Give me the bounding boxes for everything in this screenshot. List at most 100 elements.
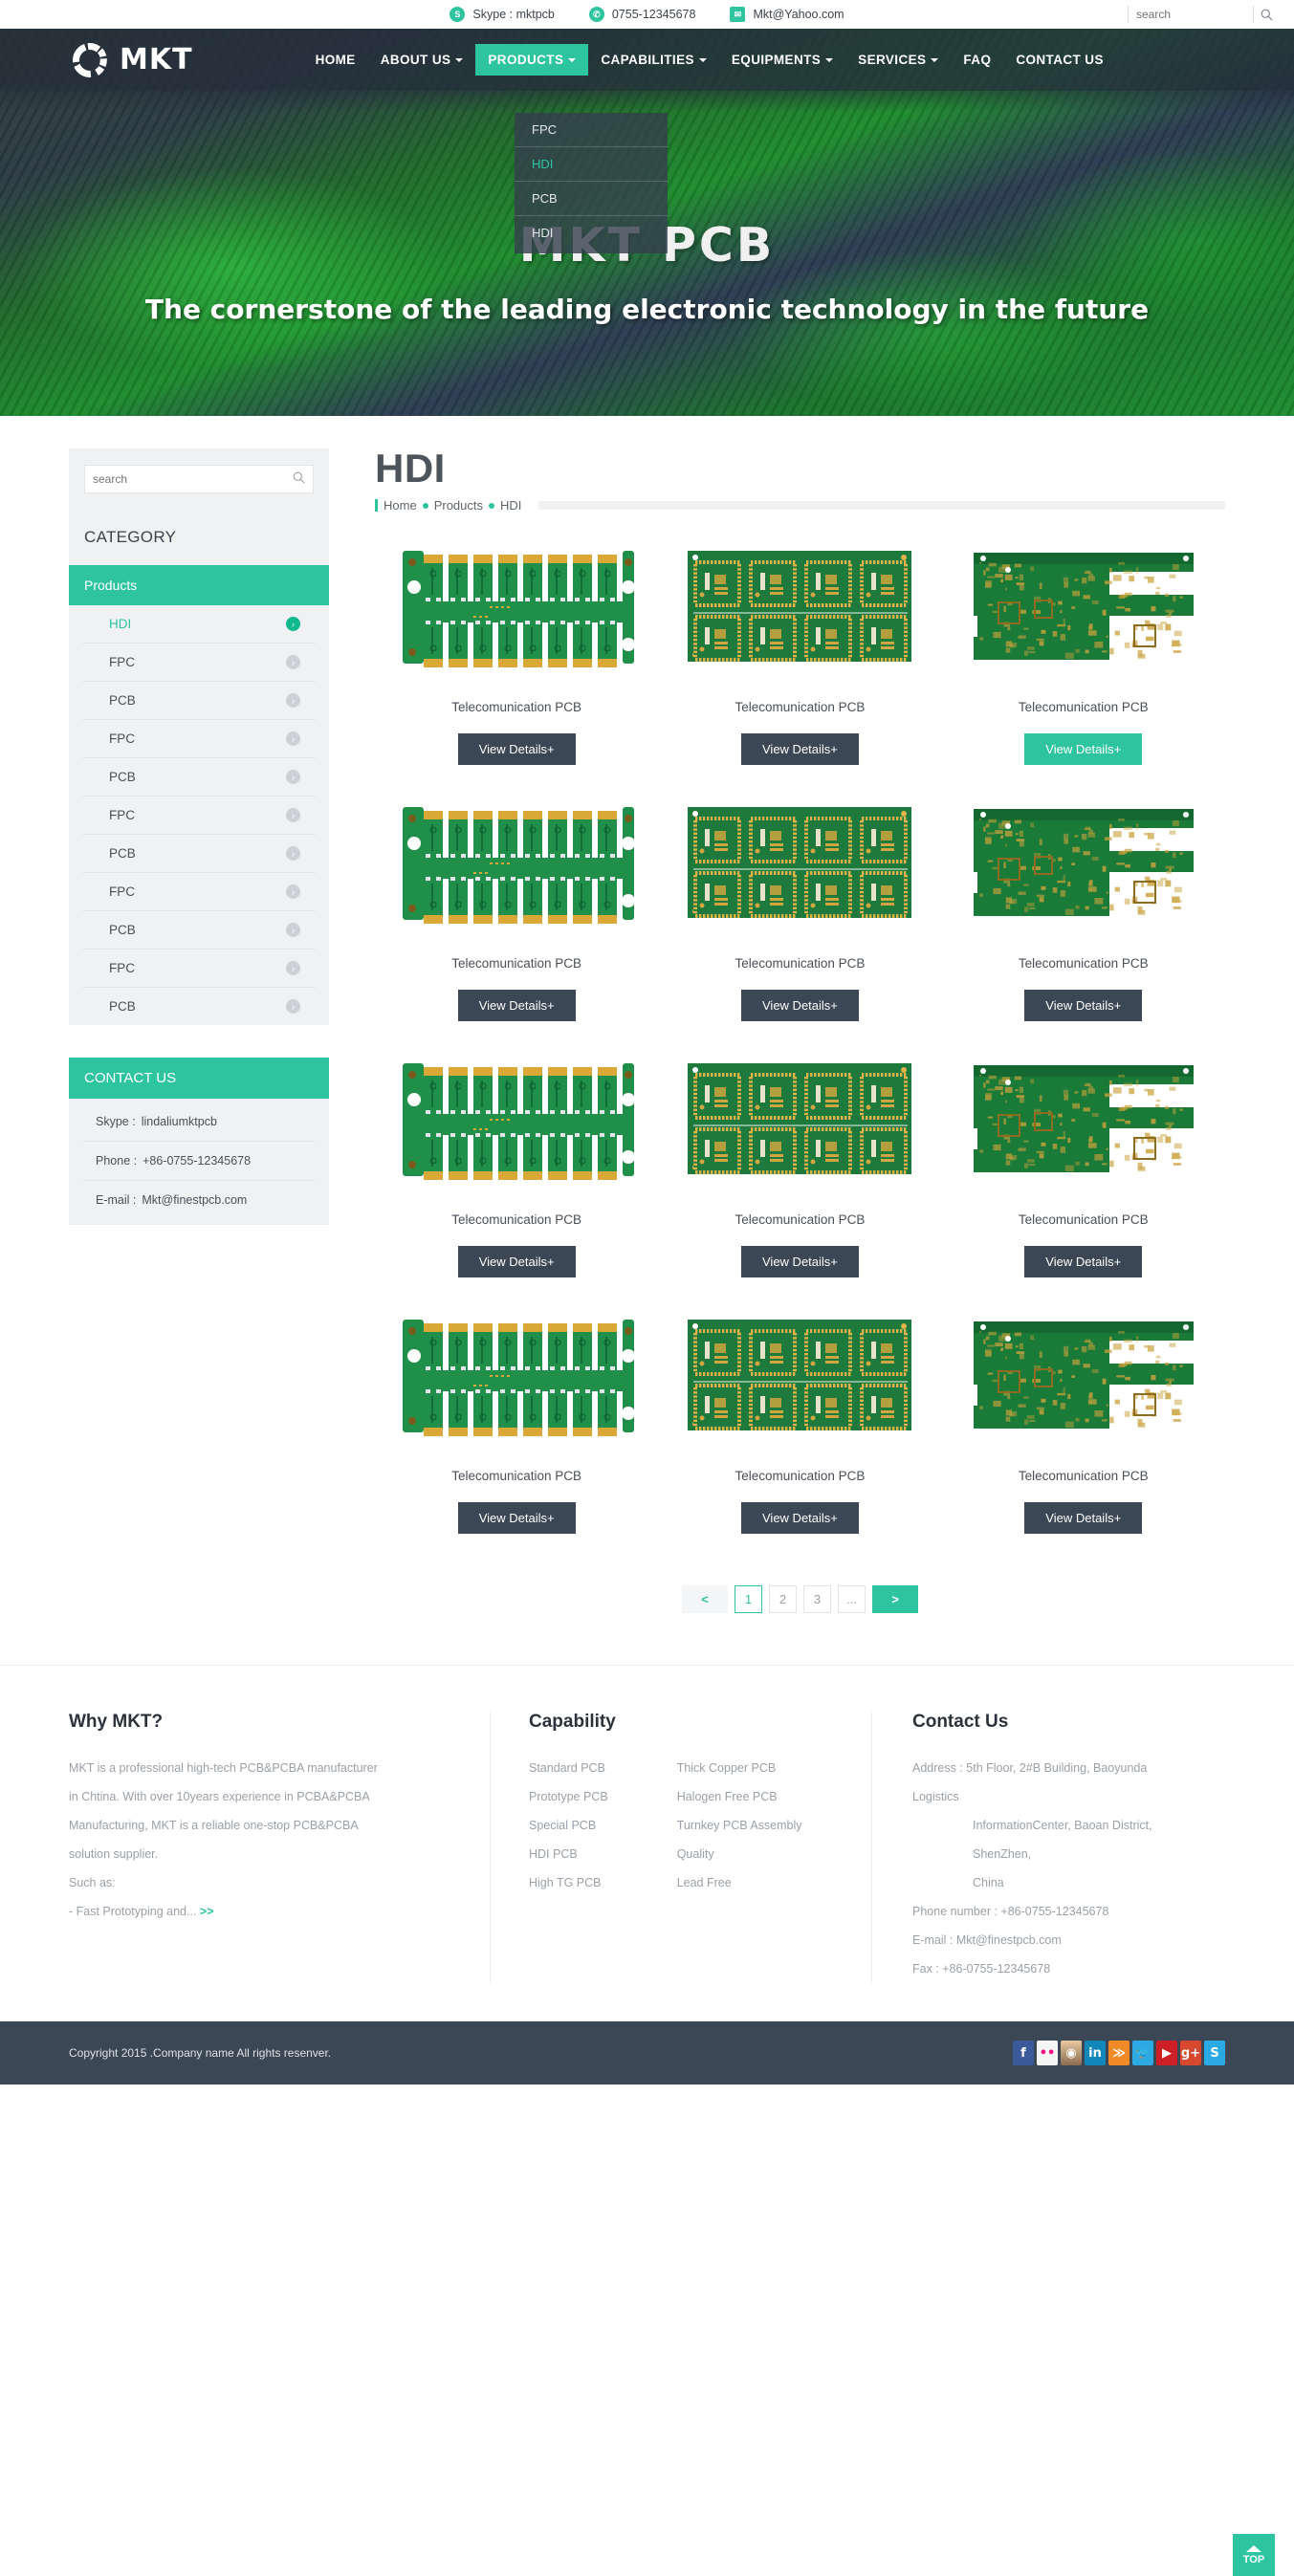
sidebar-item-pcb-2[interactable]: PCB› <box>82 758 316 797</box>
view-details-button[interactable]: View Details+ <box>458 1246 576 1277</box>
sidebar-contact-title: CONTACT US <box>69 1058 329 1099</box>
view-details-button[interactable]: View Details+ <box>1024 990 1142 1021</box>
nav-item-equipments[interactable]: EQUIPMENTS <box>719 44 845 76</box>
nav-label: PRODUCTS <box>488 53 563 67</box>
topbar-email[interactable]: ✉ Mkt@Yahoo.com <box>730 7 844 22</box>
topbar-phone[interactable]: ✆ 0755-12345678 <box>589 7 696 22</box>
sidebar-item-pcb-5[interactable]: PCB› <box>82 988 316 1025</box>
linkedin-icon[interactable]: in <box>1085 2041 1106 2065</box>
product-caption: Telecomunication PCB <box>735 1469 866 1483</box>
view-details-button[interactable]: View Details+ <box>458 1502 576 1534</box>
footer-capability-title: Capability <box>491 1712 843 1733</box>
footer-cap-item[interactable]: Prototype PCB <box>529 1782 608 1811</box>
chevron-down-icon <box>568 58 576 62</box>
magnifier-icon[interactable] <box>293 471 305 487</box>
footer-cap-item[interactable]: Quality <box>677 1840 802 1868</box>
pagination-page-1[interactable]: 1 <box>735 1585 762 1613</box>
product-thumbnail[interactable] <box>966 1314 1201 1436</box>
dropdown-item-fpc[interactable]: FPC <box>515 113 668 147</box>
footer-cap-item[interactable]: HDI PCB <box>529 1840 608 1868</box>
view-details-button[interactable]: View Details+ <box>458 990 576 1021</box>
breadcrumb-home[interactable]: Home <box>384 498 417 513</box>
site-logo[interactable]: MKT <box>69 39 193 81</box>
sidebar-item-fpc-1[interactable]: FPC› <box>82 644 316 682</box>
footer-cap-item[interactable]: Lead Free <box>677 1868 802 1897</box>
footer-cap-item[interactable]: Standard PCB <box>529 1754 608 1782</box>
pagination-page-3[interactable]: 3 <box>803 1585 831 1613</box>
chevron-right-icon: › <box>286 731 300 746</box>
view-details-button[interactable]: View Details+ <box>458 733 576 765</box>
nav-item-about-us[interactable]: ABOUT US <box>368 44 476 76</box>
pagination-prev[interactable]: < <box>682 1585 728 1613</box>
nav-item-products[interactable]: PRODUCTS <box>475 44 588 76</box>
sidebar-item-hdi[interactable]: HDI› <box>82 605 316 644</box>
product-thumbnail[interactable] <box>682 801 917 924</box>
facebook-icon[interactable]: f <box>1013 2041 1034 2065</box>
view-details-button[interactable]: View Details+ <box>741 990 859 1021</box>
sidebar-search-box[interactable] <box>84 465 314 493</box>
twitter-icon[interactable]: 🐦 <box>1132 2041 1153 2065</box>
rss-icon[interactable]: ≫ <box>1108 2041 1130 2065</box>
footer-phone: Phone number : +86-0755-12345678 <box>912 1897 1196 1926</box>
nav-item-services[interactable]: SERVICES <box>845 44 951 76</box>
product-thumbnail[interactable] <box>966 801 1201 924</box>
sidebar-products-header[interactable]: Products <box>69 565 329 605</box>
sidebar-search-input[interactable] <box>93 472 293 486</box>
instagram-icon[interactable]: ◉ <box>1061 2041 1082 2065</box>
footer-cap-item[interactable]: Special PCB <box>529 1811 608 1840</box>
product-thumbnail[interactable] <box>399 801 634 924</box>
sidebar-item-pcb-3[interactable]: PCB› <box>82 835 316 873</box>
pagination-next[interactable]: > <box>872 1585 918 1613</box>
topbar-search-button[interactable] <box>1254 5 1279 24</box>
view-details-button[interactable]: View Details+ <box>1024 733 1142 765</box>
product-thumbnail[interactable] <box>966 1058 1201 1180</box>
nav-item-home[interactable]: HOME <box>303 44 368 76</box>
product-thumbnail[interactable] <box>682 545 917 667</box>
product-thumbnail[interactable] <box>682 1058 917 1180</box>
product-card: Telecomunication PCB View Details+ <box>942 1314 1225 1534</box>
product-thumbnail[interactable] <box>399 1314 634 1436</box>
view-details-button[interactable]: View Details+ <box>741 733 859 765</box>
nav-item-faq[interactable]: FAQ <box>951 44 1003 76</box>
topbar-search-input[interactable] <box>1129 5 1253 24</box>
footer-cap-item[interactable]: High TG PCB <box>529 1868 608 1897</box>
dropdown-item-pcb[interactable]: PCB <box>515 182 668 216</box>
topbar-skype[interactable]: S Skype : mktpcb <box>450 7 554 22</box>
view-details-button[interactable]: View Details+ <box>1024 1246 1142 1277</box>
breadcrumb-products[interactable]: Products <box>434 498 483 513</box>
view-details-button[interactable]: View Details+ <box>1024 1502 1142 1534</box>
sidebar-item-fpc-5[interactable]: FPC› <box>82 950 316 988</box>
sidebar-item-fpc-4[interactable]: FPC› <box>82 873 316 911</box>
footer-cap-item[interactable]: Turnkey PCB Assembly <box>677 1811 802 1840</box>
pagination-page-2[interactable]: 2 <box>769 1585 797 1613</box>
sidebar-item-fpc-2[interactable]: FPC› <box>82 720 316 758</box>
pagination-ellipsis[interactable]: ... <box>838 1585 866 1613</box>
sidebar-item-label: PCB <box>109 693 136 708</box>
product-thumbnail[interactable] <box>682 1314 917 1436</box>
product-thumbnail[interactable] <box>399 545 634 667</box>
topbar-search[interactable] <box>1128 4 1279 25</box>
view-details-button[interactable]: View Details+ <box>741 1246 859 1277</box>
googleplus-icon[interactable]: g+ <box>1180 2041 1201 2065</box>
chevron-right-icon: › <box>286 693 300 708</box>
nav-item-contact-us[interactable]: CONTACT US <box>1003 44 1116 76</box>
youtube-icon[interactable]: ▶ <box>1156 2041 1177 2065</box>
skype-icon[interactable]: S <box>1204 2041 1225 2065</box>
dropdown-item-hdi[interactable]: HDI <box>515 147 668 182</box>
sidebar-item-pcb-1[interactable]: PCB › <box>82 682 316 720</box>
field-value: Mkt@finestpcb.com <box>142 1193 247 1207</box>
footer-cap-item[interactable]: Halogen Free PCB <box>677 1782 802 1811</box>
footer-why-more-link[interactable]: >> <box>200 1905 214 1918</box>
view-details-button[interactable]: View Details+ <box>741 1502 859 1534</box>
scroll-to-top-button[interactable]: TOP <box>1233 2534 1275 2576</box>
dropdown-item-hdi-2[interactable]: HDI <box>515 216 668 250</box>
sidebar-item-pcb-4[interactable]: PCB› <box>82 911 316 950</box>
footer-cap-item[interactable]: Thick Copper PCB <box>677 1754 802 1782</box>
sidebar-item-fpc-3[interactable]: FPC› <box>82 797 316 835</box>
product-thumbnail[interactable] <box>399 1058 634 1180</box>
product-thumbnail[interactable] <box>966 545 1201 667</box>
hero-banner: MKT HOME ABOUT US PRODUCTS CAPABILITIES … <box>0 29 1294 416</box>
flickr-icon[interactable]: •• <box>1037 2041 1058 2065</box>
segmented-circle-logo <box>69 39 111 81</box>
nav-item-capabilities[interactable]: CAPABILITIES <box>588 44 719 76</box>
